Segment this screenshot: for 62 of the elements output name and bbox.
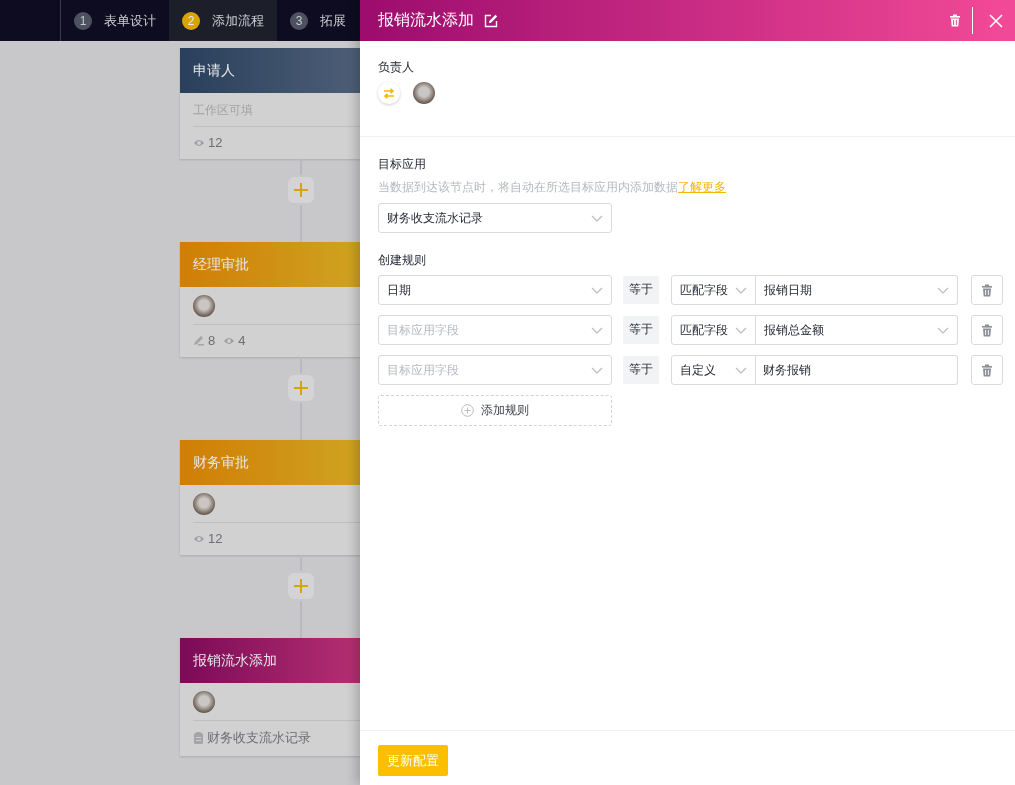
delete-rule-button[interactable] [971, 355, 1003, 385]
delete-rule-button[interactable] [971, 275, 1003, 305]
plus-icon [294, 381, 308, 395]
swap-arrows-icon [383, 87, 395, 99]
panel-title: 报销流水添加 [378, 10, 474, 30]
node-title: 经理审批 [193, 255, 249, 274]
flow-node-card[interactable]: 经理审批 8 4 [180, 242, 360, 357]
close-icon[interactable] [989, 13, 1003, 28]
edit-icon[interactable] [484, 13, 498, 28]
node-title: 申请人 [193, 61, 235, 80]
pencil-icon [193, 335, 205, 346]
stat-count: 12 [208, 135, 223, 150]
operator-label: 等于 [622, 356, 659, 384]
trash-icon [981, 283, 993, 297]
plus-icon [294, 579, 308, 593]
clipboard-icon [193, 731, 204, 745]
add-node-button[interactable] [288, 573, 314, 599]
mode-select[interactable]: 自定义 [670, 355, 757, 385]
eye-icon [193, 137, 205, 148]
operator-label: 等于 [622, 316, 659, 344]
delete-rule-button[interactable] [971, 315, 1003, 345]
chevron-down-icon [590, 326, 603, 334]
flow-node-card[interactable]: 报销流水添加 财务收支流水记录 [180, 638, 360, 756]
plus-icon [294, 183, 308, 197]
operator-label: 等于 [622, 276, 659, 304]
app-select[interactable]: 财务收支流水记录 [378, 203, 612, 233]
swap-button[interactable] [378, 82, 400, 104]
plus-circle-icon [461, 404, 474, 417]
step-tab[interactable]: 2 添加流程 [169, 0, 277, 41]
value-input[interactable]: 财务报销 [756, 355, 959, 385]
add-node-button[interactable] [288, 177, 314, 203]
chevron-down-icon [937, 286, 950, 294]
node-title: 财务审批 [193, 453, 249, 472]
eye-icon [223, 335, 236, 346]
trash-icon [981, 323, 993, 337]
stat-count: 4 [238, 333, 246, 348]
stat-count: 8 [208, 333, 216, 348]
trash-icon[interactable] [949, 14, 961, 27]
hint-text: 当数据到达该节点时，将自动在所选目标应用内添加数据了解更多 [378, 179, 727, 196]
chevron-down-icon [735, 326, 748, 334]
field-select[interactable]: 日期 [378, 275, 612, 305]
chevron-down-icon [590, 366, 603, 374]
mode-select[interactable]: 匹配字段 [670, 315, 757, 345]
chevron-down-icon [735, 286, 748, 294]
chevron-down-icon [937, 326, 950, 334]
value-select[interactable]: 报销总金额 [756, 315, 959, 345]
chevron-down-icon [590, 286, 603, 294]
eye-icon [193, 533, 205, 544]
chevron-down-icon [735, 366, 748, 374]
step-tab[interactable]: 3 拓展 [277, 0, 346, 41]
trash-icon [981, 363, 993, 377]
mode-select[interactable]: 匹配字段 [670, 275, 757, 305]
node-title: 报销流水添加 [193, 651, 277, 670]
stat-count: 12 [208, 531, 223, 546]
section-label: 负责人 [378, 59, 415, 76]
add-rule-button[interactable]: 添加规则 [378, 395, 612, 426]
value-select[interactable]: 报销日期 [756, 275, 959, 305]
add-node-button[interactable] [288, 375, 314, 401]
section-label: 目标应用 [378, 156, 427, 173]
chevron-down-icon [591, 214, 603, 222]
section-label: 创建规则 [378, 252, 427, 269]
app-name: 财务收支流水记录 [207, 729, 311, 747]
